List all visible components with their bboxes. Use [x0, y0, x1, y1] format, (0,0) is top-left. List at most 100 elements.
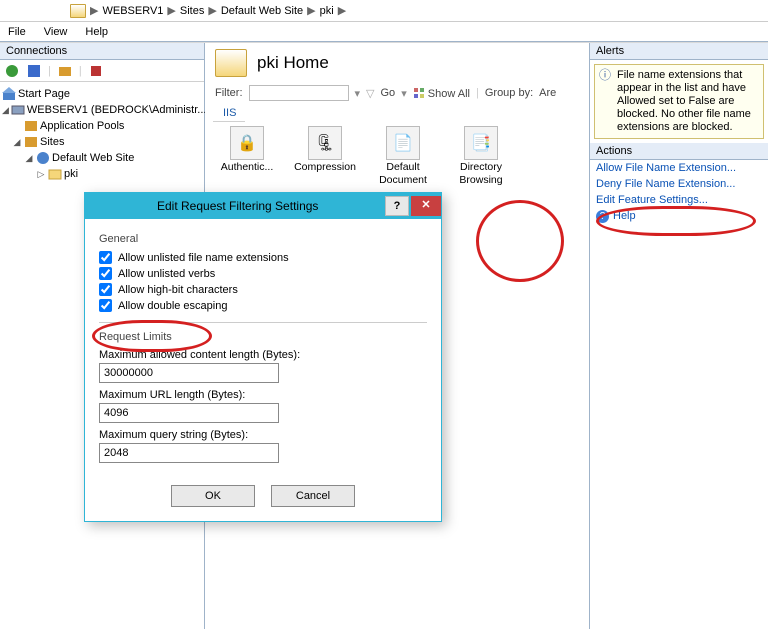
action-deny-extension[interactable]: Deny File Name Extension...: [596, 178, 762, 190]
compress-icon: 🗜: [308, 126, 342, 160]
tree-label: Application Pools: [40, 118, 124, 134]
label-max-url-length: Maximum URL length (Bytes):: [99, 389, 427, 401]
folder-icon: [48, 167, 62, 181]
connect-icon[interactable]: [4, 63, 20, 79]
tree-pki[interactable]: ▷ pki: [36, 166, 202, 182]
expand-icon[interactable]: ▷: [36, 166, 46, 182]
stop-icon[interactable]: [88, 63, 104, 79]
dialog-titlebar[interactable]: Edit Request Filtering Settings ? ✕: [85, 193, 441, 219]
toolbar-separator: |: [79, 65, 82, 77]
tree-label: Default Web Site: [52, 150, 134, 166]
input-max-url-length[interactable]: [99, 403, 279, 423]
document-icon: 📄: [386, 126, 420, 160]
alert-message: File name extensions that appear in the …: [594, 64, 764, 139]
feature-directory-browsing[interactable]: 📑 Directory Browsing: [449, 126, 513, 186]
up-icon[interactable]: [57, 63, 73, 79]
dialog-help-button[interactable]: ?: [385, 196, 409, 216]
menu-file[interactable]: File: [8, 26, 26, 38]
feature-authentication[interactable]: 🔒 Authentic...: [215, 126, 279, 186]
filter-label: Filter:: [215, 87, 243, 99]
checkbox-allow-high-bit[interactable]: Allow high-bit characters: [99, 283, 427, 296]
tree-server[interactable]: ◢ WEBSERV1 (BEDROCK\Administr...: [2, 102, 202, 118]
menu-bar: File View Help: [0, 22, 768, 42]
alerts-header: Alerts: [590, 43, 768, 60]
chevron-right-icon: ▶: [208, 4, 216, 17]
tree-label: WEBSERV1 (BEDROCK\Administr...: [27, 102, 207, 118]
tree-default-web-site[interactable]: ◢ Default Web Site: [24, 150, 202, 166]
action-allow-extension[interactable]: Allow File Name Extension...: [596, 162, 762, 174]
tree-label: pki: [64, 166, 78, 182]
group-request-limits: Request Limits: [99, 331, 427, 343]
globe-icon: [36, 151, 50, 165]
dropdown-icon[interactable]: ▾: [355, 87, 361, 100]
home-icon: [2, 87, 16, 101]
action-edit-feature-settings[interactable]: Edit Feature Settings...: [596, 194, 762, 206]
dialog-title: Edit Request Filtering Settings: [93, 199, 385, 213]
save-icon[interactable]: [26, 63, 42, 79]
separator: |: [476, 87, 479, 99]
breadcrumb-item[interactable]: Sites: [180, 5, 204, 17]
section-iis: IIS: [213, 105, 245, 122]
feature-default-document[interactable]: 📄 Default Document: [371, 126, 435, 186]
app-pools-icon: [24, 119, 38, 133]
lock-icon: 🔒: [230, 126, 264, 160]
checkbox-input[interactable]: [99, 267, 112, 280]
action-help[interactable]: Help: [596, 210, 762, 223]
connections-tree: Start Page ◢ WEBSERV1 (BEDROCK\Administr…: [0, 82, 204, 186]
actions-list: Allow File Name Extension... Deny File N…: [590, 160, 768, 225]
menu-view[interactable]: View: [44, 26, 68, 38]
groupby-value[interactable]: Are: [539, 87, 556, 99]
filter-bar: Filter: ▾ ▽ Go ▾ Show All | Group by: Ar…: [205, 83, 589, 103]
breadcrumb-item[interactable]: pki: [320, 5, 334, 17]
tree-label: Start Page: [18, 86, 70, 102]
go-button[interactable]: Go: [381, 87, 396, 99]
label-max-content-length: Maximum allowed content length (Bytes):: [99, 349, 427, 361]
checkbox-input[interactable]: [99, 251, 112, 264]
folder-list-icon: 📑: [464, 126, 498, 160]
edit-request-filtering-dialog: Edit Request Filtering Settings ? ✕ Gene…: [84, 192, 442, 522]
collapse-icon[interactable]: ◢: [2, 102, 9, 118]
collapse-icon[interactable]: ◢: [12, 134, 22, 150]
connections-header: Connections: [0, 43, 204, 60]
folder-icon: [70, 4, 86, 18]
tree-start-page[interactable]: Start Page: [2, 86, 202, 102]
chevron-right-icon: ▶: [90, 4, 98, 17]
collapse-icon[interactable]: ◢: [24, 150, 34, 166]
checkbox-allow-unlisted-verbs[interactable]: Allow unlisted verbs: [99, 267, 427, 280]
funnel-icon: ▽: [366, 87, 374, 100]
right-pane: Alerts File name extensions that appear …: [590, 43, 768, 629]
connections-toolbar: | |: [0, 60, 204, 82]
toolbar-separator: |: [48, 65, 51, 77]
tree-label: Sites: [40, 134, 64, 150]
folder-icon: [215, 49, 247, 77]
input-max-content-length[interactable]: [99, 363, 279, 383]
actions-header: Actions: [590, 143, 768, 160]
feature-compression[interactable]: 🗜 Compression: [293, 126, 357, 186]
breadcrumb-item[interactable]: WEBSERV1: [102, 5, 163, 17]
checkbox-allow-double-escaping[interactable]: Allow double escaping: [99, 299, 427, 312]
dialog-close-button[interactable]: ✕: [411, 196, 441, 216]
chevron-right-icon: ▶: [307, 4, 315, 17]
server-icon: [11, 103, 25, 117]
tree-sites[interactable]: ◢ Sites: [12, 134, 202, 150]
chevron-right-icon: ▶: [338, 4, 346, 17]
dropdown-icon[interactable]: ▾: [401, 87, 407, 100]
menu-help[interactable]: Help: [85, 26, 108, 38]
input-max-query-string[interactable]: [99, 443, 279, 463]
label-max-query-string: Maximum query string (Bytes):: [99, 429, 427, 441]
breadcrumb-item[interactable]: Default Web Site: [221, 5, 303, 17]
filter-input[interactable]: [249, 85, 349, 101]
cancel-button[interactable]: Cancel: [271, 485, 355, 507]
checkbox-input[interactable]: [99, 283, 112, 296]
group-general: General: [99, 233, 427, 245]
chevron-right-icon: ▶: [167, 4, 175, 17]
checkbox-input[interactable]: [99, 299, 112, 312]
showall-link[interactable]: Show All: [413, 87, 470, 100]
sites-icon: [24, 135, 38, 149]
ok-button[interactable]: OK: [171, 485, 255, 507]
address-breadcrumb[interactable]: ▶ WEBSERV1 ▶ Sites ▶ Default Web Site ▶ …: [0, 0, 768, 22]
groupby-label: Group by:: [485, 87, 533, 99]
tree-app-pools[interactable]: Application Pools: [24, 118, 202, 134]
checkbox-allow-unlisted-ext[interactable]: Allow unlisted file name extensions: [99, 251, 427, 264]
divider: [99, 322, 427, 323]
